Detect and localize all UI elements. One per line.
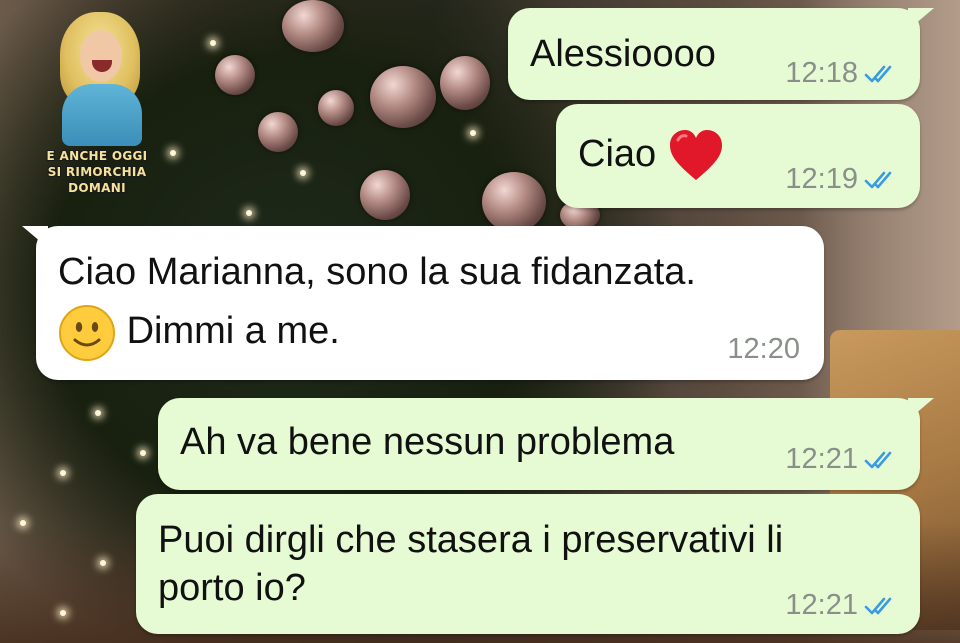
ornament [482, 172, 546, 232]
logo-body [62, 84, 142, 146]
message-meta: 12:21 [785, 589, 898, 622]
message-bubble-outgoing[interactable]: Ah va bene nessun problema 12:21 [158, 398, 934, 490]
tree-light [100, 560, 106, 566]
watermark-line1: E ANCHE OGGI [46, 149, 148, 163]
message-meta: 12:19 [785, 163, 898, 196]
message-time: 12:19 [785, 163, 858, 195]
message-time: 12:18 [785, 57, 858, 89]
message-meta: 12:20 [727, 333, 800, 366]
message-line1: Puoi dirgli che stasera i preservativi l… [158, 519, 784, 561]
message-bubble-incoming[interactable]: Ciao Marianna, sono la sua fidanzata. Di… [22, 226, 824, 380]
ornament [215, 55, 255, 95]
read-ticks-icon [864, 171, 892, 188]
ornament [282, 0, 344, 52]
message-meta: 12:18 [785, 57, 898, 90]
tree-light [470, 130, 476, 136]
message-time: 12:21 [785, 443, 858, 475]
read-ticks-icon [864, 597, 892, 614]
bubble-tail [908, 398, 934, 420]
ornament [318, 90, 354, 126]
ornament [360, 170, 410, 220]
message-bubble-outgoing[interactable]: Ciao 12:19 [556, 104, 920, 208]
read-ticks-icon [864, 65, 892, 82]
read-ticks-icon [864, 451, 892, 468]
tree-light [60, 470, 66, 476]
tree-light [246, 210, 252, 216]
ornament [258, 112, 298, 152]
message-text-content: Dimmi a me. [126, 310, 340, 353]
bubble-tail [908, 8, 934, 30]
message-text: Ah va bene nessun problema [180, 421, 675, 463]
message-time: 12:20 [727, 333, 800, 365]
tree-light [20, 520, 26, 526]
tree-light [140, 450, 146, 456]
watermark-line2: SI RIMORCHIA DOMANI [47, 165, 147, 195]
message-text: Alessioooo [530, 33, 716, 75]
ornament [440, 56, 490, 110]
message-bubble-outgoing[interactable]: Alessioooo 12:18 [508, 8, 934, 100]
message-line1: Ciao Marianna, sono la sua fidanzata. [58, 251, 696, 293]
watermark-logo: E ANCHE OGGI SI RIMORCHIA DOMANI [22, 4, 172, 196]
tree-light [300, 170, 306, 176]
red-heart-icon [669, 130, 722, 180]
message-line2: porto io? [158, 567, 306, 609]
logo-face [80, 30, 122, 82]
message-meta: 12:21 [785, 443, 898, 476]
message-text-content: Ciao [578, 133, 657, 176]
bubble-tail [22, 226, 48, 248]
tree-light [95, 410, 101, 416]
tree-light [210, 40, 216, 46]
ornament [370, 66, 436, 128]
tree-light [60, 610, 66, 616]
message-bubble-outgoing[interactable]: Puoi dirgli che stasera i preservativi l… [136, 494, 920, 634]
watermark-text: E ANCHE OGGI SI RIMORCHIA DOMANI [22, 148, 172, 196]
message-text: Ciao [578, 128, 725, 184]
message-time: 12:21 [785, 589, 858, 621]
message-line2: Dimmi a me. [58, 304, 340, 362]
slightly-smiling-face-icon [59, 305, 115, 361]
